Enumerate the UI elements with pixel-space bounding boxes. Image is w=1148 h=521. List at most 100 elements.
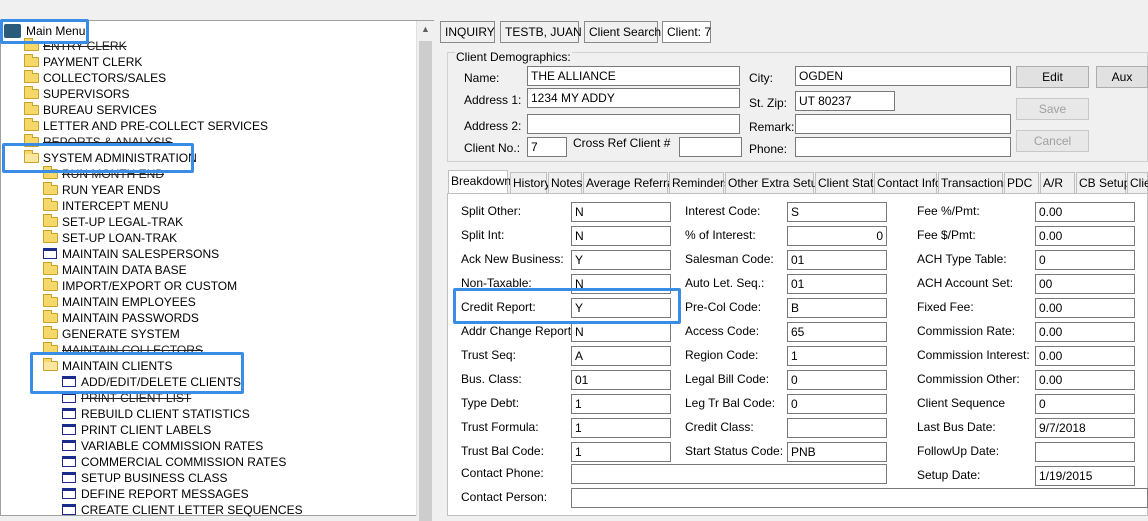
scrollbar-thumb[interactable]: [419, 41, 432, 521]
field-value[interactable]: 1/19/2015: [1035, 466, 1135, 486]
tab-notes[interactable]: Notes: [548, 172, 582, 193]
group-title: Client Demographics:: [455, 50, 572, 64]
tab-client[interactable]: Client: 7: [662, 21, 711, 43]
tab-a-r[interactable]: A/R: [1040, 172, 1075, 193]
tab-clie[interactable]: Clie: [1127, 172, 1148, 193]
tree-item-label: COLLECTORS/SALES: [43, 71, 167, 85]
contact-phone-field[interactable]: [571, 464, 887, 484]
field-value[interactable]: 1: [571, 442, 671, 462]
field-value[interactable]: 1: [571, 418, 671, 438]
field-value[interactable]: 1: [787, 346, 887, 366]
client-no-label: Client No.:: [464, 141, 521, 155]
st-zip-label: St. Zip:: [749, 96, 788, 110]
field-value[interactable]: 0: [1035, 250, 1135, 270]
tree-item-label: MAINTAIN EMPLOYEES: [62, 295, 196, 309]
tab-transactions[interactable]: Transactions: [938, 172, 1009, 193]
scroll-up-icon[interactable]: ▲: [417, 21, 434, 38]
field-value[interactable]: 00: [1035, 274, 1135, 294]
field-value[interactable]: [1035, 442, 1135, 462]
field-label: Pre-Col Code:: [685, 300, 762, 314]
address1-field[interactable]: 1234 MY ADDY: [527, 88, 740, 108]
field-label: Auto Let. Seq.:: [685, 276, 765, 290]
tree-item-label: RUN YEAR ENDS: [62, 183, 161, 197]
field-value[interactable]: 0.00: [1035, 202, 1135, 222]
tab-cb-setup[interactable]: CB Setup: [1076, 172, 1130, 193]
tab-breakdown[interactable]: Breakdown: [448, 170, 511, 193]
contact-person-field[interactable]: [571, 488, 1148, 508]
name-field[interactable]: THE ALLIANCE: [527, 66, 740, 86]
field-value[interactable]: 01: [787, 274, 887, 294]
document-icon: [62, 440, 76, 451]
st-zip-field[interactable]: UT 80237: [795, 91, 895, 111]
tab-user[interactable]: TESTB, JUAN: [500, 21, 582, 43]
field-label: Legal Bill Code:: [685, 372, 770, 386]
folder-icon: [24, 118, 39, 131]
field-value[interactable]: PNB: [787, 442, 887, 462]
field-value[interactable]: A: [571, 346, 671, 366]
tab-client-stats[interactable]: Client Stats: [815, 172, 879, 193]
tab-pdc[interactable]: PDC: [1004, 172, 1039, 193]
tree-item-label: IMPORT/EXPORT OR CUSTOM: [62, 279, 238, 293]
field-label: % of Interest:: [685, 228, 756, 242]
client-no-field[interactable]: 7: [527, 137, 567, 157]
tree-item-label: SET-UP LEGAL-TRAK: [62, 215, 184, 229]
folder-icon: [24, 70, 39, 83]
folder-icon: [43, 294, 58, 307]
tree-scrollbar[interactable]: ▲: [416, 21, 434, 521]
field-value[interactable]: 0: [787, 226, 887, 246]
address2-field[interactable]: [527, 114, 740, 134]
field-value[interactable]: 01: [571, 370, 671, 390]
field-value[interactable]: 0.00: [1035, 226, 1135, 246]
tab-contact-info[interactable]: Contact Info: [874, 172, 942, 193]
field-value[interactable]: [787, 418, 887, 438]
field-value[interactable]: 0.00: [1035, 322, 1135, 342]
city-label: City:: [749, 71, 773, 85]
highlight-credit-report: [453, 288, 681, 324]
tab-other-extra-setup[interactable]: Other Extra Setup: [725, 172, 824, 193]
folder-icon: [43, 230, 58, 243]
tree-item-label: SET-UP LOAN-TRAK: [62, 231, 178, 245]
field-label: ACH Type Table:: [917, 252, 1007, 266]
tree-item-label: MAINTAIN SALESPERSONS: [62, 247, 220, 261]
document-icon: [62, 456, 76, 467]
field-value[interactable]: N: [571, 202, 671, 222]
tab-inquiry[interactable]: INQUIRY: [440, 21, 495, 43]
save-button[interactable]: Save: [1016, 98, 1089, 120]
phone-field[interactable]: [795, 137, 1011, 157]
address2-label: Address 2:: [464, 119, 522, 133]
field-value[interactable]: N: [571, 322, 671, 342]
field-value[interactable]: B: [787, 298, 887, 318]
remark-field[interactable]: [795, 114, 1011, 134]
field-value[interactable]: Y: [571, 250, 671, 270]
field-value[interactable]: 9/7/2018: [1035, 418, 1135, 438]
field-value[interactable]: 1: [571, 394, 671, 414]
aux-button[interactable]: Aux: [1096, 66, 1148, 88]
tree-item-label: REBUILD CLIENT STATISTICS: [81, 407, 250, 421]
field-value[interactable]: 0: [787, 370, 887, 390]
remark-label: Remark:: [749, 120, 795, 134]
folder-icon: [24, 102, 39, 115]
field-value[interactable]: N: [571, 226, 671, 246]
cross-ref-field[interactable]: [679, 137, 742, 157]
folder-icon: [43, 182, 58, 195]
field-value[interactable]: 0.00: [1035, 298, 1135, 318]
tree-item-label: COMMERCIAL COMMISSION RATES: [81, 455, 287, 469]
field-value[interactable]: 0: [1035, 394, 1135, 414]
field-label: Start Status Code:: [685, 444, 784, 458]
contact-person-label: Contact Person:: [461, 490, 548, 504]
edit-button[interactable]: Edit: [1016, 66, 1089, 88]
tab-history[interactable]: History: [510, 172, 550, 193]
tab-average-referral[interactable]: Average Referral: [583, 172, 677, 193]
city-field[interactable]: OGDEN: [795, 66, 1011, 86]
field-value[interactable]: 0.00: [1035, 346, 1135, 366]
field-value[interactable]: 01: [787, 250, 887, 270]
address1-label: Address 1:: [464, 93, 522, 107]
field-value[interactable]: 0.00: [1035, 370, 1135, 390]
tab-reminders[interactable]: Reminders: [669, 172, 730, 193]
tab-client-search[interactable]: Client Search: [584, 21, 661, 43]
field-value[interactable]: S: [787, 202, 887, 222]
cancel-button[interactable]: Cancel: [1016, 130, 1089, 152]
tree-item-label: DEFINE REPORT MESSAGES: [81, 487, 249, 501]
field-value[interactable]: 0: [787, 394, 887, 414]
field-value[interactable]: 65: [787, 322, 887, 342]
